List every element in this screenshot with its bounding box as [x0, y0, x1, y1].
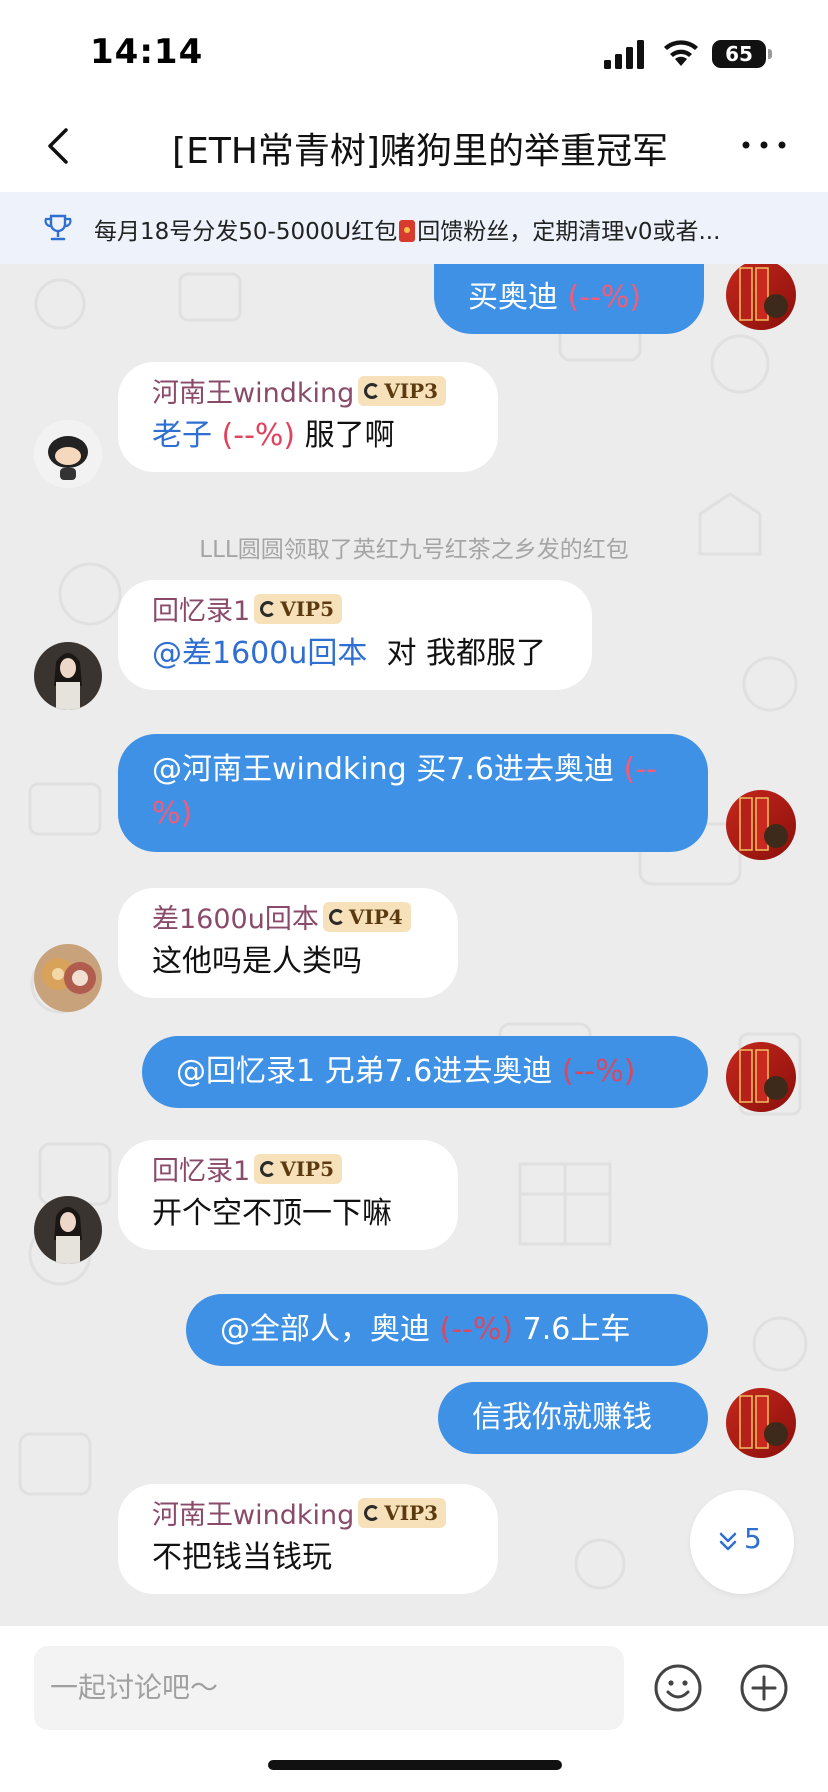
announcement-text-b: 回馈粉丝，定期清理v0或者... [417, 219, 721, 245]
message-text: @差1600u回本 对 我都服了 [152, 632, 558, 676]
avatar-user[interactable] [34, 420, 102, 488]
message-bubble-outgoing[interactable]: 信我你就赚钱 [438, 1382, 708, 1454]
vip-mark-icon [364, 1505, 381, 1521]
sender-row: 河南王windking VIP3 [152, 1496, 464, 1536]
message-bubble-incoming[interactable]: 河南王windking VIP3 不把钱当钱玩 [118, 1484, 498, 1594]
status-bar: 14:14 65 [0, 0, 828, 100]
chat-header: [ETH常青树]赌狗里的举重冠军 [0, 100, 828, 192]
price-change-a: (-- [623, 752, 657, 787]
mention-link[interactable]: @差1600u回本 [152, 636, 367, 671]
cellular-signal-icon [604, 40, 644, 69]
message-input[interactable]: 一起讨论吧～ [34, 1646, 624, 1730]
page-title: [ETH常青树]赌狗里的举重冠军 [172, 131, 668, 172]
sender-name[interactable]: 差1600u回本 [152, 904, 319, 935]
avatar-self[interactable] [726, 1388, 796, 1458]
vip-badge: VIP3 [358, 376, 447, 406]
group-announcement[interactable]: 每月18号分发50-5000U红包 回馈粉丝，定期清理v0或者... [0, 192, 828, 264]
message-bubble-outgoing[interactable]: @全部人，奥迪 (--%) 7.6上车 [186, 1294, 708, 1366]
vip-badge: VIP5 [254, 594, 343, 624]
message-bubble-incoming[interactable]: 回忆录1 VIP5 开个空不顶一下嘛 [118, 1140, 458, 1250]
price-change: (--%) [561, 1054, 636, 1089]
vip-mark-icon [260, 1161, 277, 1177]
chat-messages[interactable]: 买奥迪 (--%) 河南王windking VIP3 老子 (--%) 服了啊 L… [0, 264, 828, 1626]
vip-badge: VIP5 [254, 1154, 343, 1184]
price-change: (--%) [221, 418, 296, 453]
system-notice: LLL圆圆领取了英红九号红茶之乡发的红包 [199, 537, 629, 563]
plus-icon[interactable] [738, 1662, 790, 1714]
vip-mark-icon [328, 909, 345, 925]
vip-badge: VIP3 [358, 1498, 447, 1528]
back-icon[interactable] [40, 124, 80, 168]
message-bubble-outgoing[interactable]: @回忆录1 兄弟7.6进去奥迪 (--%) [142, 1036, 708, 1108]
sender-row: 回忆录1 VIP5 [152, 592, 558, 632]
avatar-self[interactable] [726, 1042, 796, 1112]
message-text: 买奥迪 [468, 280, 558, 315]
avatar-user[interactable] [34, 642, 102, 710]
sender-row: 回忆录1 VIP5 [152, 1152, 424, 1192]
unread-messages-button[interactable]: 5 [690, 1490, 794, 1594]
message-text: @河南王windking 买7.6进去奥迪 [152, 752, 614, 787]
message-bubble-incoming[interactable]: 差1600u回本 VIP4 这他吗是人类吗 [118, 888, 458, 998]
wifi-icon [664, 40, 698, 66]
announcement-text-a: 每月18号分发50-5000U红包 [94, 219, 398, 245]
battery-indicator: 65 [712, 40, 772, 68]
message-text-after: 服了啊 [304, 418, 395, 453]
vip-mark-icon [260, 601, 277, 617]
vip-level: VIP5 [280, 1157, 335, 1181]
message-text: 信我你就赚钱 [472, 1400, 652, 1435]
trophy-icon [44, 214, 72, 241]
price-change-b: %) [152, 796, 193, 831]
sender-row: 河南王windking VIP3 [152, 374, 464, 414]
announcement-text: 每月18号分发50-5000U红包 回馈粉丝，定期清理v0或者... [94, 212, 794, 246]
vip-level: VIP4 [348, 905, 403, 929]
emoji-icon[interactable] [652, 1662, 704, 1714]
avatar-user[interactable] [34, 944, 102, 1012]
home-indicator[interactable] [268, 1760, 562, 1770]
message-text-blue: 老子 [152, 418, 212, 453]
message-bubble-incoming[interactable]: 河南王windking VIP3 老子 (--%) 服了啊 [118, 362, 498, 472]
message-text: @回忆录1 兄弟7.6进去奥迪 [176, 1054, 553, 1089]
unread-count: 5 [744, 1522, 762, 1555]
avatar-self[interactable] [726, 790, 796, 860]
message-bubble-outgoing[interactable]: @河南王windking 买7.6进去奥迪 (--%) [118, 734, 708, 852]
message-text: 不把钱当钱玩 [152, 1540, 332, 1575]
message-text-before: @全部人，奥迪 [220, 1312, 430, 1347]
status-time: 14:14 [90, 32, 204, 72]
message-text: 这他吗是人类吗 [152, 944, 362, 979]
price-change: (--%) [439, 1312, 514, 1347]
red-packet-icon [399, 220, 416, 242]
vip-badge: VIP4 [322, 902, 411, 932]
sender-name[interactable]: 回忆录1 [152, 1156, 250, 1187]
message-text-after: 7.6上车 [522, 1312, 631, 1347]
vip-level: VIP3 [384, 1501, 439, 1525]
more-icon[interactable] [740, 130, 788, 160]
message-bubble-outgoing[interactable]: 买奥迪 (--%) [434, 264, 704, 334]
message-text-after: 对 我都服了 [386, 636, 546, 671]
sender-name[interactable]: 河南王windking [152, 378, 354, 409]
message-text: 老子 (--%) 服了啊 [152, 414, 464, 458]
sender-row: 差1600u回本 VIP4 [152, 900, 424, 940]
price-change: (--%) [567, 280, 642, 315]
sender-name[interactable]: 回忆录1 [152, 596, 250, 627]
chevron-down-icon [719, 1532, 737, 1551]
message-bubble-incoming[interactable]: 回忆录1 VIP5 @差1600u回本 对 我都服了 [118, 580, 592, 690]
vip-mark-icon [364, 383, 381, 399]
vip-level: VIP3 [384, 379, 439, 403]
sender-name[interactable]: 河南王windking [152, 1500, 354, 1531]
vip-level: VIP5 [280, 597, 335, 621]
message-text: 开个空不顶一下嘛 [152, 1196, 392, 1231]
avatar-user[interactable] [34, 1196, 102, 1264]
